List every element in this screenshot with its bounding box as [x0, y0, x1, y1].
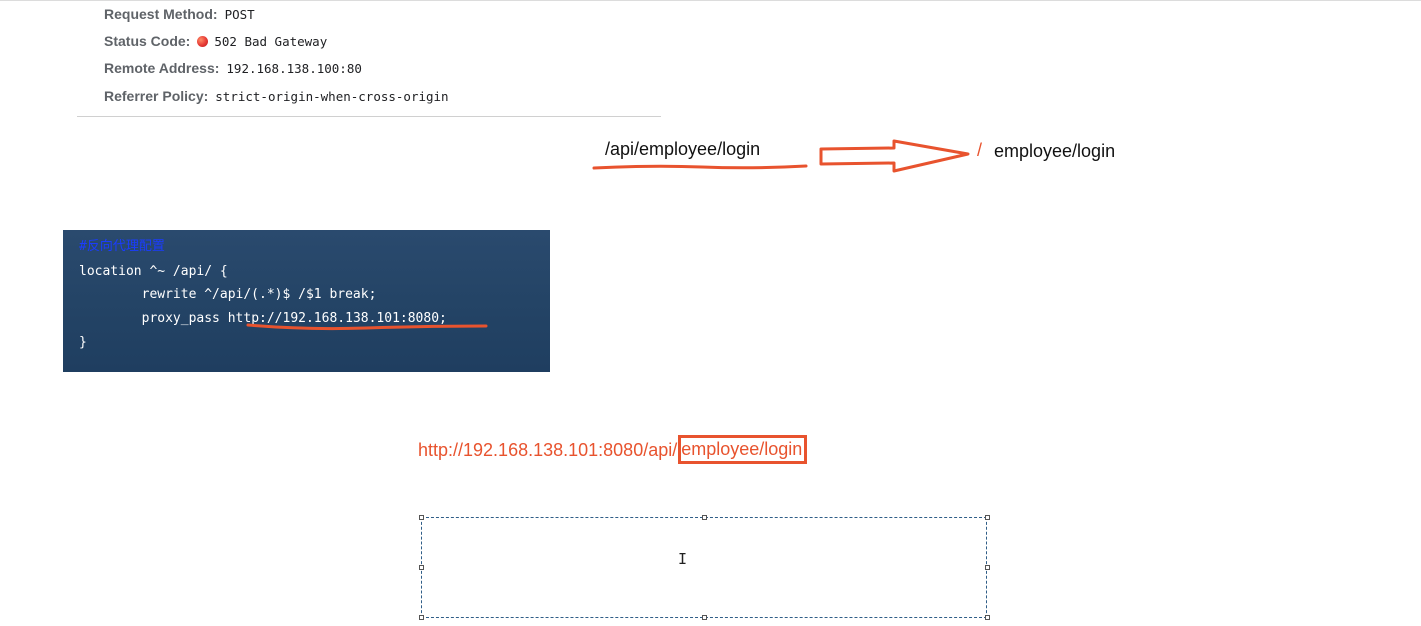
selected-text-box[interactable]	[421, 517, 987, 618]
red-underline-stroke	[592, 164, 808, 170]
nginx-config-code-block: #反向代理配置 location ^~ /api/ { rewrite ^/ap…	[63, 230, 550, 372]
code-line-rewrite: rewrite ^/api/(.*)$ /$1 break;	[79, 287, 377, 302]
header-value: 192.168.138.100:80	[226, 60, 362, 76]
header-status-code: Status Code: 502 Bad Gateway	[104, 31, 327, 51]
code-line-location: location ^~ /api/ {	[79, 264, 228, 279]
header-key: Referrer Policy:	[104, 88, 209, 104]
code-comment: #反向代理配置	[79, 239, 165, 254]
status-error-icon	[197, 35, 209, 47]
header-request-method: Request Method: POST	[104, 4, 255, 24]
resize-handle-top-right[interactable]	[985, 515, 990, 520]
resize-handle-top-left[interactable]	[419, 515, 424, 520]
resize-handle-right[interactable]	[985, 565, 990, 570]
header-key: Request Method:	[104, 6, 218, 22]
resize-handle-bottom[interactable]	[702, 615, 707, 620]
header-key: Remote Address:	[104, 60, 220, 76]
header-key: Status Code:	[104, 33, 191, 49]
highlighted-path-box: employee/login	[678, 435, 808, 464]
resize-handle-bottom-right[interactable]	[985, 615, 990, 620]
original-path-text: /api/employee/login	[605, 139, 761, 159]
header-remote-address: Remote Address: 192.168.138.100:80	[104, 58, 362, 78]
header-value: strict-origin-when-cross-origin	[215, 88, 449, 104]
code-line-close-brace: }	[79, 335, 87, 350]
upstream-url: http://192.168.138.101:8080/api/employee…	[418, 435, 808, 465]
resize-handle-top[interactable]	[702, 515, 707, 520]
resize-handle-bottom-left[interactable]	[419, 615, 424, 620]
red-underline-stroke	[246, 323, 488, 331]
header-value: POST	[224, 6, 255, 22]
response-headers-panel: Request Method: POST Status Code: 502 Ba…	[77, 0, 661, 117]
upstream-url-prefix: http://192.168.138.101:8080/api/	[418, 440, 678, 460]
rewrite-slash-mark: /	[977, 140, 983, 160]
rewritten-path-text: employee/login	[994, 141, 1116, 161]
text-cursor-icon: I	[678, 550, 688, 568]
code-proxy-pass-keyword: proxy_pass	[79, 311, 228, 326]
right-arrow-icon	[819, 139, 970, 173]
header-value: 502 Bad Gateway	[214, 33, 328, 49]
resize-handle-left[interactable]	[419, 565, 424, 570]
header-referrer-policy: Referrer Policy: strict-origin-when-cros…	[104, 86, 449, 106]
